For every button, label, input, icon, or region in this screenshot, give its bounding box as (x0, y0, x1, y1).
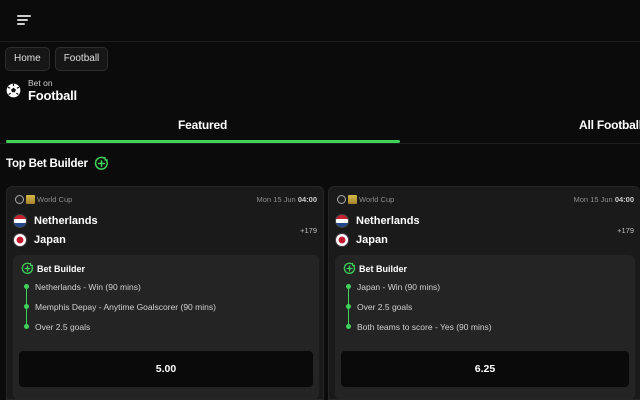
selection-leg: Over 2.5 goals (21, 321, 216, 341)
selection-list: Netherlands - Win (90 mins) Memphis Depa… (21, 281, 216, 341)
away-team: Japan (335, 232, 388, 248)
tab-featured[interactable]: Featured (178, 118, 227, 132)
team-name: Netherlands (34, 215, 98, 227)
sport-title: Football (28, 88, 77, 103)
page-title: Bet on Football (6, 78, 77, 103)
page: Home Football Bet on Football Featured A… (0, 0, 640, 400)
section-heading: Top Bet Builder (6, 156, 109, 171)
bet-builder-plus-icon (21, 262, 34, 274)
selection-list: Japan - Win (90 mins) Over 2.5 goals Bot… (343, 281, 492, 341)
soccer-ball-icon (6, 83, 21, 98)
event-date: Mon 15 Jun 04:00 (256, 195, 317, 204)
breadcrumb-home[interactable]: Home (5, 47, 50, 71)
bet-builder-title: Bet Builder (359, 264, 408, 274)
bet-builder-card[interactable]: World Cup Mon 15 Jun 04:00 Netherlands J… (328, 186, 640, 400)
bet-builder-panel: Bet Builder Japan - Win (90 mins) Over 2… (335, 255, 635, 399)
team-name: Japan (34, 234, 66, 246)
bet-builder-card[interactable]: World Cup Mon 15 Jun 04:00 Netherlands J… (6, 186, 324, 400)
more-markets-count[interactable]: +179 (617, 226, 634, 235)
menu-icon[interactable] (17, 14, 31, 26)
event-meta: World Cup Mon 15 Jun 04:00 (13, 195, 317, 207)
event-date: Mon 15 Jun 04:00 (573, 195, 634, 204)
event-meta: World Cup Mon 15 Jun 04:00 (335, 195, 634, 207)
team-name: Japan (356, 234, 388, 246)
away-team: Japan (13, 232, 66, 248)
trophy-icon (26, 195, 35, 204)
selection-leg: Both teams to score - Yes (90 mins) (343, 321, 492, 341)
selection-leg: Netherlands - Win (90 mins) (21, 281, 216, 305)
netherlands-flag-icon (13, 214, 27, 228)
top-bar (0, 0, 640, 42)
selection-leg: Memphis Depay - Anytime Goalscorer (90 m… (21, 301, 216, 325)
trophy-icon (348, 195, 357, 204)
japan-flag-icon (335, 233, 349, 247)
netherlands-flag-icon (335, 214, 349, 228)
active-tab-indicator (6, 140, 400, 143)
soccer-ball-icon (337, 195, 346, 204)
odds-button[interactable]: 5.00 (19, 351, 313, 387)
bet-builder-title: Bet Builder (37, 264, 86, 274)
competition-name: World Cup (359, 195, 395, 204)
japan-flag-icon (13, 233, 27, 247)
breadcrumb: Home Football (5, 47, 109, 71)
home-team: Netherlands (13, 213, 98, 229)
home-team: Netherlands (335, 213, 420, 229)
tab-bar: Featured All Football (0, 110, 640, 144)
bet-builder-panel: Bet Builder Netherlands - Win (90 mins) … (13, 255, 319, 399)
selection-leg: Japan - Win (90 mins) (343, 281, 492, 305)
selection-leg: Over 2.5 goals (343, 301, 492, 325)
soccer-ball-icon (15, 195, 24, 204)
breadcrumb-football[interactable]: Football (54, 47, 109, 71)
competition-name: World Cup (37, 195, 73, 204)
bet-on-label: Bet on (28, 78, 53, 88)
odds-button[interactable]: 6.25 (341, 351, 629, 387)
section-title: Top Bet Builder (6, 157, 88, 170)
tab-all-football[interactable]: All Football (579, 118, 640, 132)
bet-builder-plus-icon (343, 262, 356, 274)
bet-builder-plus-icon (94, 156, 108, 170)
more-markets-count[interactable]: +179 (300, 226, 317, 235)
team-name: Netherlands (356, 215, 420, 227)
